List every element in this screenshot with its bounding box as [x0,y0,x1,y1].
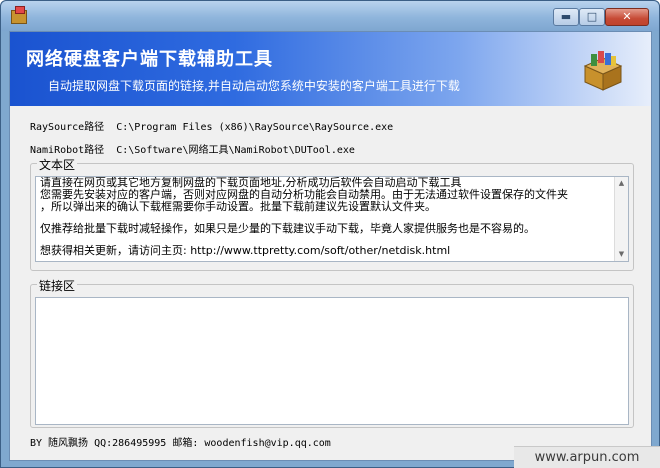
header-banner: 网络硬盘客户端下载辅助工具 自动提取网盘下载页面的链接,并自动启动您系统中安装的… [10,32,651,106]
gift-box-icon [11,6,27,24]
vertical-scrollbar[interactable]: ▲ ▼ [614,177,628,261]
links-group-label: 链接区 [37,277,78,294]
scroll-up-arrow-icon[interactable]: ▲ [615,177,628,190]
site-watermark: www.arpun.com [514,446,660,468]
namirobot-path-value[interactable]: C:\Software\网络工具\NamiRobot\DUTool.exe [116,145,355,156]
client-area: 网络硬盘客户端下载辅助工具 自动提取网盘下载页面的链接,并自动启动您系统中安装的… [9,31,652,461]
links-textarea[interactable] [35,297,629,425]
gift-box-icon [583,51,623,91]
banner-subtitle: 自动提取网盘下载页面的链接,并自动启动您系统中安装的客户端工具进行下载 [48,79,460,93]
raysource-path-label: RaySource路径 [30,122,105,133]
text-group: 文本区 请直接在网页或其它地方复制网盘的下载页面地址,分析成功后软件会自动启动下… [30,156,634,271]
scroll-down-arrow-icon[interactable]: ▼ [615,248,628,261]
namirobot-path-row: NamiRobot路径 C:\Software\网络工具\NamiRobot\D… [30,141,361,156]
main-window: ▬ □ ✕ 网络硬盘客户端下载辅助工具 自动提取网盘下载页面的链接,并自动启动您… [0,0,660,468]
text-area[interactable]: 请直接在网页或其它地方复制网盘的下载页面地址,分析成功后软件会自动启动下载工具 … [35,176,629,262]
text-group-label: 文本区 [37,156,78,173]
author-footer: BY 随风飘扬 QQ:286495995 邮箱: woodenfish@vip.… [30,438,331,449]
raysource-path-row: RaySource路径 C:\Program Files (x86)\RaySo… [30,118,399,133]
close-button[interactable]: ✕ [605,8,649,26]
links-group: 链接区 [30,277,634,428]
text-line: 想获得相关更新，请访问主页: http://www.ttpretty.com/s… [40,244,451,257]
minimize-button[interactable]: ▬ [553,8,579,26]
banner-title: 网络硬盘客户端下载辅助工具 [26,49,273,70]
raysource-path-value[interactable]: C:\Program Files (x86)\RaySource\RaySour… [116,122,393,133]
namirobot-path-label: NamiRobot路径 [30,145,105,156]
text-line: ，所以弹出来的确认下载框需要你手动设置。批量下载前建议先设置默认文件夹。 [40,200,436,213]
maximize-button[interactable]: □ [579,8,605,26]
title-bar[interactable]: ▬ □ ✕ [1,1,659,31]
text-line: 仅推荐给批量下载时减轻操作，如果只是少量的下载建议手动下载，毕竟人家提供服务也是… [40,222,535,235]
